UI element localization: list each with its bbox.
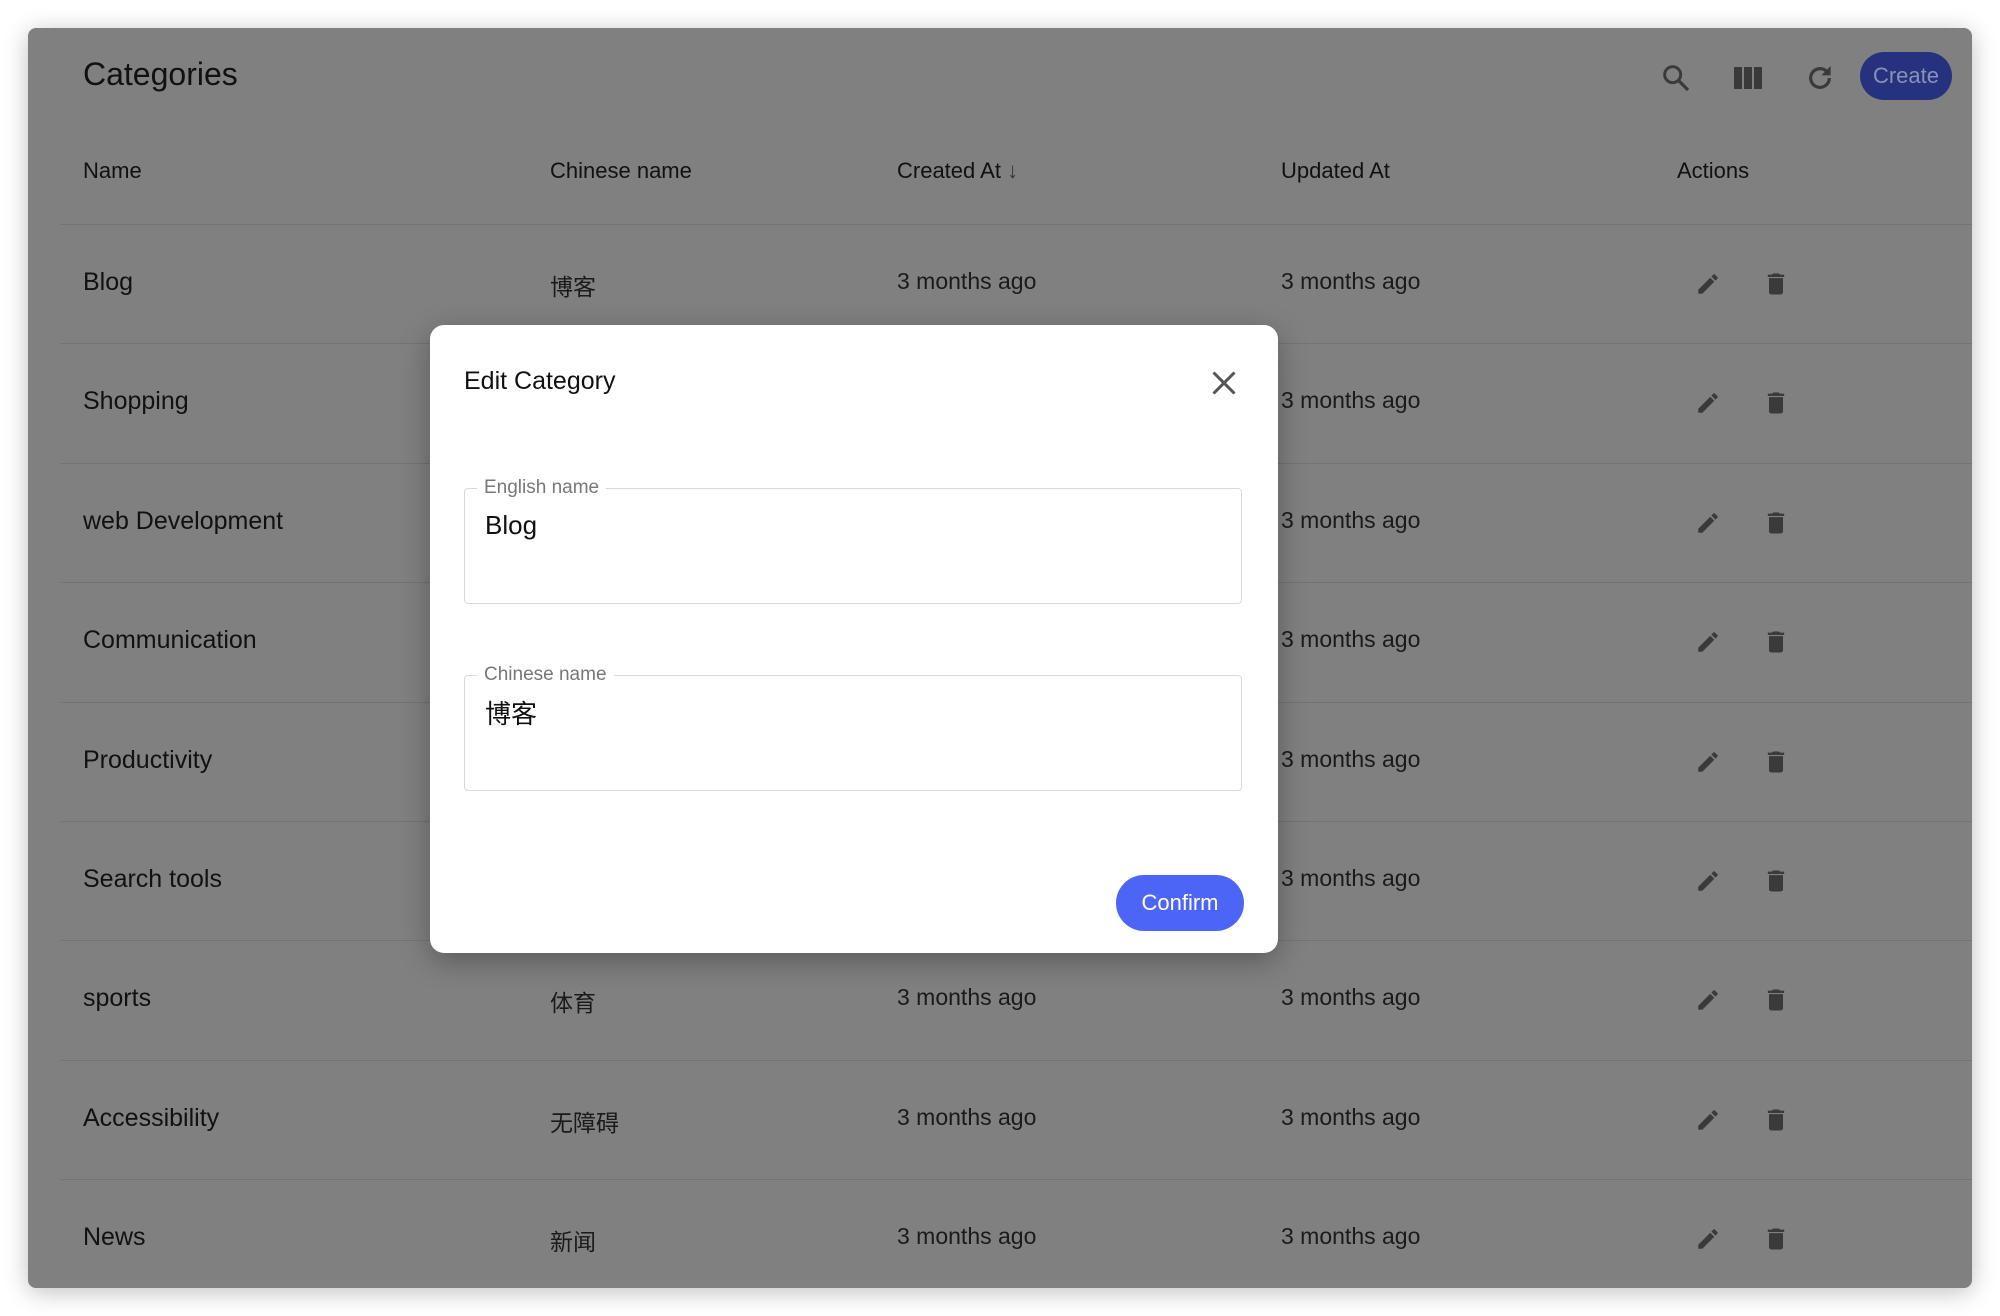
edit-icon[interactable] [1692, 865, 1724, 897]
chinese-name-label: Chinese name [477, 664, 614, 686]
edit-icon[interactable] [1692, 984, 1724, 1016]
cell-updated-at: 3 months ago [1281, 984, 1421, 1011]
cell-name: web Development [83, 506, 284, 535]
cell-updated-at: 3 months ago [1281, 1223, 1421, 1250]
cell-updated-at: 3 months ago [1281, 268, 1421, 294]
edit-icon[interactable] [1692, 1223, 1724, 1255]
delete-icon[interactable] [1760, 1104, 1792, 1136]
column-header-chinese-name[interactable]: Chinese name [550, 158, 692, 184]
row-divider [61, 1059, 1972, 1061]
cell-created-at: 3 months ago [897, 1103, 1037, 1130]
english-name-input[interactable] [483, 509, 1217, 542]
english-name-field: English name [464, 477, 1242, 604]
column-header-created-at[interactable]: Created At ↓ [897, 158, 1018, 184]
cell-updated-at: 3 months ago [1281, 1103, 1421, 1130]
refresh-icon[interactable] [1800, 58, 1840, 98]
cell-updated-at: 3 months ago [1281, 745, 1421, 772]
delete-icon[interactable] [1760, 746, 1792, 778]
dialog-title: Edit Category [464, 367, 616, 395]
delete-icon[interactable] [1760, 268, 1792, 300]
edit-icon[interactable] [1692, 626, 1724, 658]
edit-icon[interactable] [1692, 507, 1724, 539]
english-name-label: English name [477, 477, 607, 499]
chinese-name-field: Chinese name [464, 664, 1242, 791]
delete-icon[interactable] [1760, 507, 1792, 539]
cell-name: Productivity [83, 745, 213, 774]
edit-icon[interactable] [1692, 746, 1724, 778]
delete-icon[interactable] [1760, 387, 1792, 419]
page-title: Categories [83, 56, 238, 92]
cell-name: News [83, 1223, 146, 1252]
search-icon[interactable] [1656, 58, 1696, 98]
cell-name: Shopping [83, 387, 189, 416]
edit-icon[interactable] [1692, 268, 1724, 300]
edit-category-dialog: Edit Category English name Chinese name … [430, 325, 1278, 953]
cell-updated-at: 3 months ago [1281, 506, 1421, 533]
cell-chinese-name: 新闻 [550, 1229, 596, 1256]
delete-icon[interactable] [1760, 1223, 1792, 1255]
edit-icon[interactable] [1692, 1104, 1724, 1136]
cell-chinese-name: 博客 [550, 274, 596, 300]
chinese-name-input[interactable] [483, 696, 1217, 729]
create-button[interactable]: Create [1860, 52, 1952, 100]
cell-name: Communication [83, 626, 257, 655]
column-header-updated-at[interactable]: Updated At [1281, 158, 1390, 184]
confirm-button[interactable]: Confirm [1116, 875, 1244, 931]
columns-icon[interactable] [1728, 58, 1768, 98]
column-header-label: Created At [897, 158, 1001, 183]
cell-name: Search tools [83, 865, 222, 893]
cell-name: sports [83, 984, 152, 1013]
cell-chinese-name: 体育 [550, 990, 596, 1017]
delete-icon[interactable] [1760, 984, 1792, 1016]
edit-icon[interactable] [1692, 387, 1724, 419]
cell-updated-at: 3 months ago [1281, 626, 1421, 653]
column-header-name[interactable]: Name [83, 158, 142, 184]
sort-down-icon: ↓ [1007, 158, 1019, 183]
cell-name: Blog [83, 268, 134, 296]
cell-created-at: 3 months ago [897, 268, 1037, 294]
cell-created-at: 3 months ago [897, 984, 1037, 1011]
column-header-actions: Actions [1677, 158, 1750, 183]
cell-updated-at: 3 months ago [1281, 387, 1421, 414]
delete-icon[interactable] [1760, 626, 1792, 658]
cell-created-at: 3 months ago [897, 1223, 1037, 1250]
row-divider [61, 224, 1972, 225]
cell-name: Accessibility [83, 1103, 220, 1132]
delete-icon[interactable] [1760, 865, 1792, 897]
row-divider [61, 1179, 1972, 1181]
close-icon[interactable] [1206, 365, 1242, 401]
cell-updated-at: 3 months ago [1281, 865, 1421, 891]
cell-chinese-name: 无障碍 [550, 1109, 619, 1136]
